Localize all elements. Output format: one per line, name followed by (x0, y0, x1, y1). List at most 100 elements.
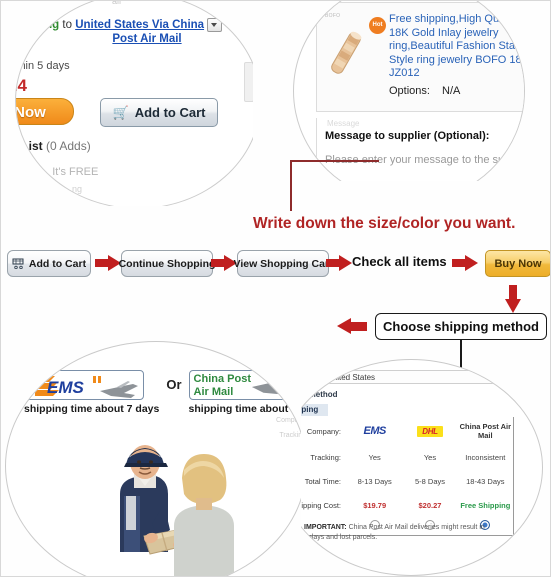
tracking-china-post: Inconsistent (465, 452, 506, 462)
message-box-ghost: Message (327, 119, 360, 128)
top-right-circle-clip: Message(s) BOFO (293, 1, 525, 181)
product-title[interactable]: Free shipping,High Qua. 18K Gold Inlay j… (389, 13, 524, 81)
flow-step-label: Continue Shopping (118, 257, 216, 270)
important-prefix: IMPORTANT: (304, 524, 347, 531)
flow-arrow-4 (452, 255, 478, 271)
bottom-right-zoom-panel: United States ping Method Shipping Compa… (301, 359, 550, 576)
ems-logo: EMS (363, 425, 386, 437)
flow-check-all-items-text: Check all items (352, 254, 447, 269)
flow-step-label: Buy Now (494, 257, 542, 270)
top-left-circle-clip: air Shipping to United States Via China … (15, 1, 253, 206)
message-to-supplier-label: Message to supplier (Optional): (325, 130, 490, 142)
carrier-cell-ems: EMS (347, 425, 402, 437)
choose-shipping-method-box[interactable]: Choose shipping method (375, 313, 547, 340)
buyer-protection-row: tion It's FREE (22, 166, 98, 178)
bl-ghost-labels: ping Method Shipping pping Company Track… (267, 372, 306, 439)
tracking-dhl: Yes (423, 452, 437, 462)
row-label: Total Time: (304, 476, 341, 486)
carrier-cell-china-post: China Post Air Mail (458, 422, 513, 440)
shopping-cart-icon (12, 258, 24, 269)
add-to-cart-button[interactable]: 🛒 Add to Cart (100, 98, 218, 127)
shipping-tab[interactable]: Shipping (301, 404, 328, 416)
shopping-cart-icon: 🛒 (112, 105, 129, 120)
shipping-cost-ems: $19.79 (363, 500, 387, 510)
shipping-destination-link[interactable]: United States Via China (75, 19, 204, 31)
tl-ghost-text: air (112, 1, 123, 6)
us-flag-icon (308, 371, 323, 383)
customer-figure (174, 454, 234, 576)
flow-arrow-down (505, 285, 521, 313)
protection-free-text: It's FREE (52, 166, 99, 178)
row-label: Company: (306, 426, 341, 436)
ems-caption: shipping time about 7 days (24, 403, 160, 415)
to-label: to (62, 19, 72, 32)
shipping-comparison-table: Company: EMS DHL China Post Air Mail Tra… (301, 417, 514, 536)
infographic-page: air Shipping to United States Via China … (0, 0, 551, 577)
important-notice: IMPORTANT: China Post Air Mail deliverie… (301, 523, 503, 542)
wish-list-row[interactable]: sh List (0 Adds) (16, 139, 91, 153)
bottom-left-zoom-panel: EMS shipping time about 7 days Or China … (1, 341, 331, 576)
row-label: Tracking: (310, 452, 341, 462)
flow-arrow-1 (95, 255, 121, 271)
flow-arrow-3 (326, 255, 352, 271)
annotation-vertical-connector (290, 161, 292, 211)
top-left-zoom-panel: air Shipping to United States Via China … (1, 1, 253, 206)
country-value: United States (327, 372, 376, 382)
bottom-left-circle-clip: EMS shipping time about 7 days Or China … (5, 341, 307, 576)
wish-list-label: sh List (16, 139, 43, 153)
or-separator: Or (166, 377, 182, 392)
message-to-supplier-box: Message Message to supplier (Optional): … (316, 118, 524, 181)
shipping-cost-china-post: Free Shipping (460, 500, 511, 510)
total-time-ems: 8-13 Days (357, 476, 392, 486)
checkout-flow-row: Add to Cart Continue Shopping View Shopp… (7, 250, 550, 282)
important-text: IMPORTANT: China Post Air Mail deliverie… (304, 523, 503, 542)
annotation-horizontal-connector (290, 160, 320, 162)
svg-text:EMS: EMS (47, 378, 85, 397)
chevron-down-icon[interactable] (207, 18, 223, 32)
flow-add-to-cart-button[interactable]: Add to Cart (7, 250, 91, 277)
ems-option: EMS shipping time about 7 days (24, 370, 159, 415)
scrollbar[interactable] (244, 62, 253, 102)
table-row: Company: EMS DHL China Post Air Mail (301, 417, 513, 445)
order-message-form: Message(s) BOFO (316, 2, 524, 181)
options-label: Options: (389, 85, 430, 97)
total-time-dhl: 5-8 Days (414, 476, 445, 486)
flow-arrow-left-top (337, 318, 367, 335)
annotation-caption: Write down the size/color you want. (253, 215, 516, 232)
flow-buy-now-button[interactable]: Buy Now (485, 250, 550, 277)
price-value: 24 (16, 76, 27, 95)
table-row: Tracking: Yes Yes Inconsistent (301, 445, 513, 469)
carrier-cell-dhl: DHL (402, 425, 457, 437)
options-value: N/A (442, 85, 461, 97)
wish-list-count: (0 Adds) (46, 139, 91, 153)
protection-label: tion (22, 166, 43, 178)
china-post-logo: China Post Air Mail (459, 422, 512, 440)
top-right-zoom-panel: Message(s) BOFO (291, 1, 550, 181)
flow-view-shopping-cart-button[interactable]: View Shopping Cart (234, 250, 333, 277)
table-row: Shipping Cost: $19.79 $20.27 Free Shippi… (301, 493, 513, 517)
dispatch-note: within 5 days (16, 60, 70, 72)
product-options-row: Options: N/A (389, 85, 460, 97)
delivery-illustration (120, 445, 234, 576)
add-to-cart-label: Add to Cart (134, 105, 206, 120)
bottom-right-circle-clip: United States ping Method Shipping Compa… (301, 359, 543, 576)
ems-logo-box: EMS (24, 370, 144, 400)
thumbnail-caption: BOFO (325, 13, 341, 19)
flow-step-label: View Shopping Cart (233, 257, 333, 270)
row-label: Shipping Cost: (301, 500, 341, 510)
shipping-destination-link-line2[interactable]: Post Air Mail (16, 33, 253, 45)
shipping-destination-row: Shipping to United States Via China Post… (16, 18, 253, 45)
flow-continue-shopping-button[interactable]: Continue Shopping (118, 250, 216, 277)
product-thumbnail[interactable]: BOFO Hot (325, 13, 386, 93)
country-select[interactable]: United States (304, 370, 500, 384)
shipping-cost-dhl: $20.27 (418, 500, 442, 510)
hot-badge: Hot (369, 17, 386, 34)
buy-now-button[interactable]: Now (16, 98, 74, 125)
tl-ghost-bottom-text: ng (72, 184, 83, 194)
dhl-logo: DHL (417, 425, 443, 437)
flow-step-label: Add to Cart (28, 257, 87, 270)
china-post-logo-text: China Post Air Mail (193, 373, 251, 398)
tracking-ems: Yes (368, 452, 381, 462)
shipping-method-heading: ping Method (301, 390, 338, 399)
total-time-china-post: 18-43 Days (466, 476, 505, 486)
